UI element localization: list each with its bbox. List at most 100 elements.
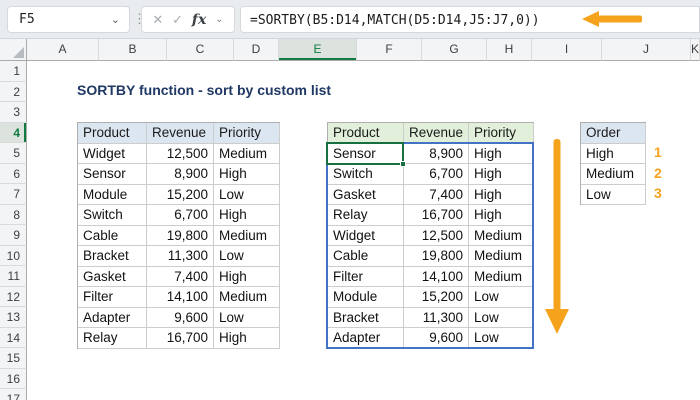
fx-chevron-icon[interactable]: ⌄ bbox=[215, 14, 223, 25]
cell-priority[interactable]: High bbox=[469, 164, 534, 185]
cell-priority[interactable]: High bbox=[469, 184, 534, 205]
cell-revenue[interactable]: 16,700 bbox=[147, 328, 214, 349]
insert-function-icon[interactable]: fx bbox=[192, 12, 206, 28]
cell-priority[interactable]: High bbox=[214, 328, 280, 349]
cell-revenue[interactable]: 6,700 bbox=[147, 205, 214, 226]
cell-priority[interactable]: Low bbox=[214, 307, 280, 328]
row-header[interactable]: 12 bbox=[0, 286, 27, 307]
cell-product[interactable]: Widget bbox=[78, 143, 147, 164]
cell-revenue[interactable]: 11,300 bbox=[147, 246, 214, 267]
cell-product[interactable]: Bracket bbox=[328, 307, 404, 328]
cell-revenue[interactable]: 9,600 bbox=[147, 307, 214, 328]
cell-revenue[interactable]: 8,900 bbox=[147, 164, 214, 185]
cell-priority[interactable]: Low bbox=[469, 328, 534, 349]
row-header[interactable]: 7 bbox=[0, 184, 27, 205]
row-header[interactable]: 17 bbox=[0, 389, 27, 400]
column-header[interactable]: C bbox=[167, 39, 234, 61]
row-header[interactable]: 8 bbox=[0, 204, 27, 225]
cell-product[interactable]: Switch bbox=[328, 164, 404, 185]
cell-revenue[interactable]: 14,100 bbox=[404, 266, 469, 287]
row-header[interactable]: 4 bbox=[0, 122, 27, 143]
cell-revenue[interactable]: 6,700 bbox=[404, 164, 469, 185]
row-header[interactable]: 15 bbox=[0, 348, 27, 369]
cell-revenue[interactable]: 7,400 bbox=[147, 266, 214, 287]
cell-priority[interactable]: Low bbox=[214, 184, 280, 205]
column-header[interactable]: K bbox=[690, 39, 700, 61]
cell-revenue[interactable]: 7,400 bbox=[404, 184, 469, 205]
cell-revenue[interactable]: 12,500 bbox=[147, 143, 214, 164]
cell-priority[interactable]: Medium bbox=[214, 143, 280, 164]
row-header[interactable]: 10 bbox=[0, 245, 27, 266]
cell-product[interactable]: Adapter bbox=[78, 307, 147, 328]
cell-priority[interactable]: High bbox=[214, 164, 280, 185]
row-header[interactable]: 5 bbox=[0, 143, 27, 164]
column-header[interactable]: F bbox=[357, 39, 422, 61]
row-header[interactable]: 14 bbox=[0, 327, 27, 348]
cell-order-value[interactable]: High bbox=[581, 143, 646, 164]
cell-product[interactable]: Gasket bbox=[78, 266, 147, 287]
cell-priority[interactable]: Medium bbox=[469, 225, 534, 246]
cell-priority[interactable]: Medium bbox=[469, 246, 534, 267]
cell-priority[interactable]: Medium bbox=[214, 287, 280, 308]
cell-product[interactable]: Gasket bbox=[328, 184, 404, 205]
cell-priority[interactable]: Low bbox=[214, 246, 280, 267]
row-header[interactable]: 2 bbox=[0, 81, 27, 102]
source-header-priority[interactable]: Priority bbox=[214, 123, 280, 144]
select-all-corner[interactable] bbox=[0, 39, 27, 61]
cell-revenue[interactable]: 16,700 bbox=[404, 205, 469, 226]
row-header[interactable]: 11 bbox=[0, 266, 27, 287]
column-header[interactable]: G bbox=[422, 39, 487, 61]
cell-product[interactable]: Cable bbox=[78, 225, 147, 246]
cell-revenue[interactable]: 11,300 bbox=[404, 307, 469, 328]
row-header[interactable]: 16 bbox=[0, 368, 27, 389]
cell-revenue[interactable]: 9,600 bbox=[404, 328, 469, 349]
cell-product[interactable]: Sensor bbox=[328, 143, 404, 164]
row-header[interactable]: 9 bbox=[0, 225, 27, 246]
cell-product[interactable]: Relay bbox=[78, 328, 147, 349]
column-header[interactable]: E bbox=[279, 39, 357, 61]
cell-order-rank[interactable]: 3 bbox=[648, 183, 682, 204]
cell-priority[interactable]: Medium bbox=[469, 266, 534, 287]
cell-revenue[interactable]: 19,800 bbox=[404, 246, 469, 267]
cell-priority[interactable]: Low bbox=[469, 307, 534, 328]
enter-icon[interactable]: ✓ bbox=[172, 12, 183, 28]
row-header[interactable]: 1 bbox=[0, 61, 27, 82]
cell-revenue[interactable]: 14,100 bbox=[147, 287, 214, 308]
cell-revenue[interactable]: 15,200 bbox=[147, 184, 214, 205]
cell-product[interactable]: Module bbox=[78, 184, 147, 205]
cell-revenue[interactable]: 15,200 bbox=[404, 287, 469, 308]
cell-product[interactable]: Relay bbox=[328, 205, 404, 226]
column-header[interactable]: H bbox=[487, 39, 532, 61]
row-header[interactable]: 13 bbox=[0, 307, 27, 328]
result-header-product[interactable]: Product bbox=[328, 123, 404, 144]
column-header[interactable]: I bbox=[532, 39, 602, 61]
column-header[interactable]: D bbox=[234, 39, 279, 61]
cell-priority[interactable]: High bbox=[214, 266, 280, 287]
cell-product[interactable]: Filter bbox=[328, 266, 404, 287]
result-header-revenue[interactable]: Revenue bbox=[404, 123, 469, 144]
name-box[interactable]: F5 ⌄ bbox=[7, 6, 130, 33]
column-header[interactable]: A bbox=[27, 39, 99, 61]
cell-product[interactable]: Adapter bbox=[328, 328, 404, 349]
column-header[interactable]: J bbox=[602, 39, 691, 61]
cell-product[interactable]: Filter bbox=[78, 287, 147, 308]
cell-revenue[interactable]: 19,800 bbox=[147, 225, 214, 246]
cell-product[interactable]: Cable bbox=[328, 246, 404, 267]
row-header[interactable]: 3 bbox=[0, 102, 27, 123]
source-header-product[interactable]: Product bbox=[78, 123, 147, 144]
result-header-priority[interactable]: Priority bbox=[469, 123, 534, 144]
order-header[interactable]: Order bbox=[581, 123, 646, 144]
cell-priority[interactable]: Low bbox=[469, 287, 534, 308]
cell-priority[interactable]: High bbox=[469, 143, 534, 164]
cell-product[interactable]: Module bbox=[328, 287, 404, 308]
cell-order-rank[interactable]: 1 bbox=[648, 142, 682, 163]
column-header[interactable]: B bbox=[99, 39, 167, 61]
cell-product[interactable]: Bracket bbox=[78, 246, 147, 267]
cell-priority[interactable]: Medium bbox=[214, 225, 280, 246]
cancel-icon[interactable]: ✕ bbox=[152, 12, 163, 28]
cell-priority[interactable]: High bbox=[214, 205, 280, 226]
row-header[interactable]: 6 bbox=[0, 163, 27, 184]
cell-priority[interactable]: High bbox=[469, 205, 534, 226]
cell-revenue[interactable]: 8,900 bbox=[404, 143, 469, 164]
name-box-chevron-icon[interactable]: ⌄ bbox=[111, 13, 120, 26]
